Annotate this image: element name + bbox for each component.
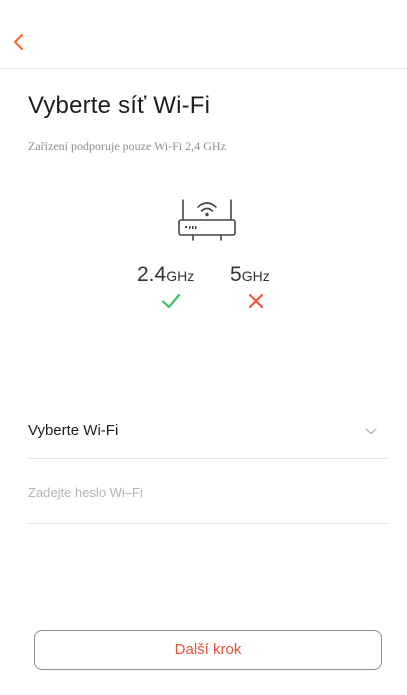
top-bar xyxy=(0,0,407,69)
wifi-password-field xyxy=(28,459,388,524)
band-5ghz-label: 5GHz xyxy=(230,263,270,287)
page-subtitle: Zařízení podporuje pouze Wi-Fi 2,4 GHz xyxy=(28,139,226,153)
router-icon xyxy=(178,199,236,241)
band-5ghz-value: 5 xyxy=(230,263,242,286)
band-2-4ghz-unit: GHz xyxy=(166,268,195,284)
next-step-button[interactable]: Další krok xyxy=(34,630,382,670)
checkmark-icon xyxy=(161,293,181,309)
wifi-select-label: Vyberte Wi-Fi xyxy=(28,422,119,439)
wifi-select[interactable]: Vyberte Wi-Fi xyxy=(28,394,388,459)
back-button[interactable] xyxy=(8,30,32,54)
chevron-down-icon xyxy=(365,428,377,435)
band-5ghz-unit: GHz xyxy=(241,268,270,284)
cross-icon xyxy=(248,293,264,309)
wifi-password-input[interactable] xyxy=(28,479,368,505)
band-2-4ghz-value: 2.4 xyxy=(137,263,167,286)
band-2-4ghz-label: 2.4GHz xyxy=(137,263,194,287)
page-title: Vyberte síť Wi-Fi xyxy=(28,92,211,119)
chevron-left-icon xyxy=(13,33,24,51)
